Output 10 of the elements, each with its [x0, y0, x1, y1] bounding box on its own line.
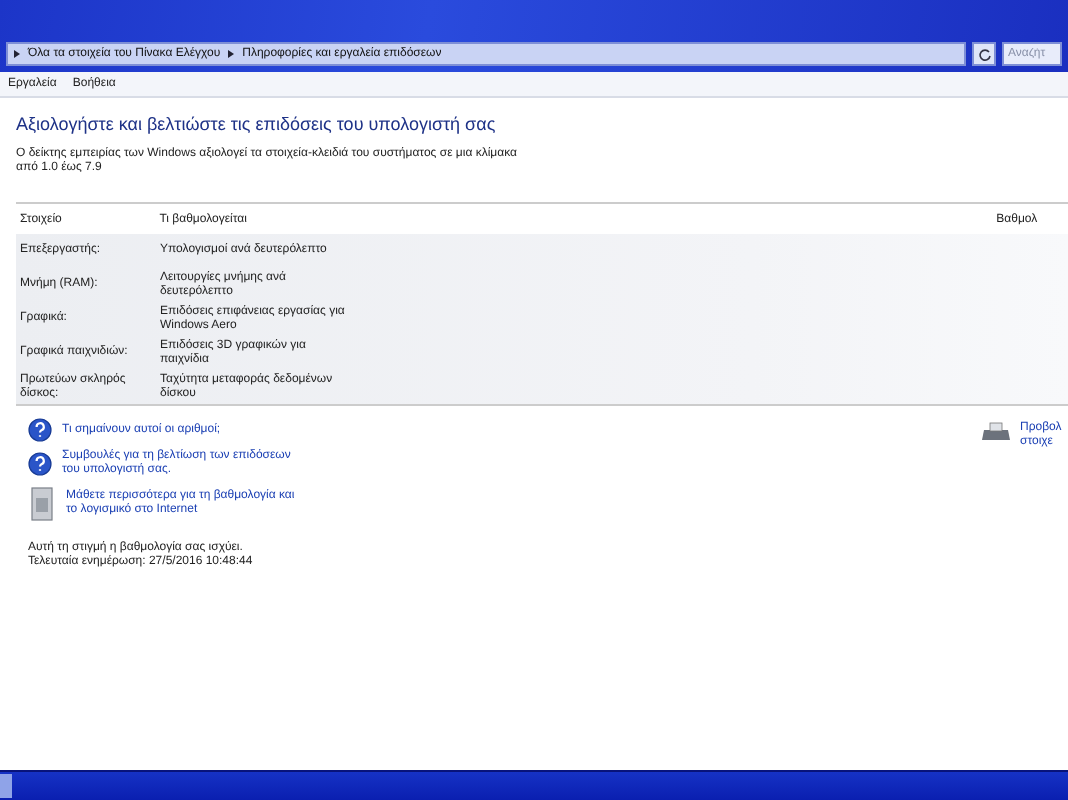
chevron-icon	[228, 50, 235, 58]
refresh-button[interactable]	[972, 42, 996, 66]
help-icon	[28, 452, 52, 476]
help-icon	[28, 418, 52, 442]
start-button[interactable]	[0, 774, 12, 798]
page-heading: Αξιολογήστε και βελτιώστε τις επιδόσεις του υπολογιστή σας	[16, 114, 498, 134]
refresh-icon	[977, 47, 991, 61]
chevron-icon	[14, 50, 20, 58]
computer-icon	[28, 486, 56, 522]
printer-icon	[980, 422, 1012, 442]
